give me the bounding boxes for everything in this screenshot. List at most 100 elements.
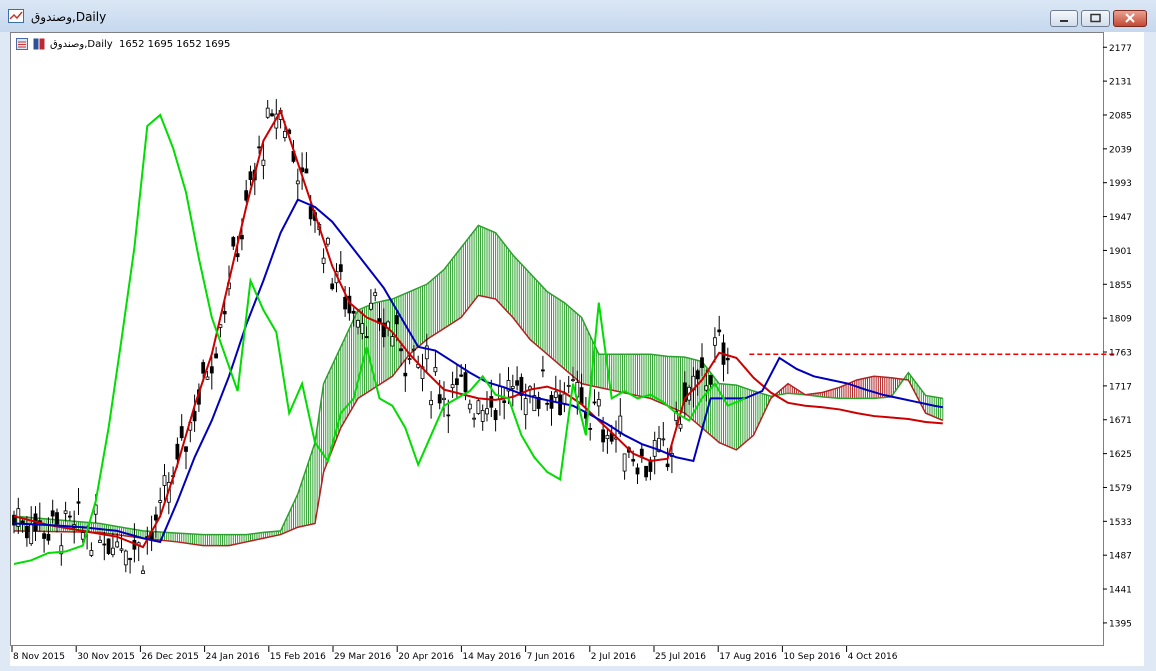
candle-body	[42, 533, 46, 539]
price-tick-label: 2085	[1109, 111, 1132, 121]
price-tick-label: 1395	[1109, 619, 1132, 629]
candle-body	[368, 302, 373, 310]
candle-body	[295, 180, 300, 185]
candle-body	[304, 168, 309, 174]
price-axis: 2177 2131 2085 2039 1993 1947 1901 1855 1809 1763…	[1103, 44, 1132, 629]
time-tick-label: 7 Jun 2016	[527, 652, 576, 662]
candle-body	[596, 399, 601, 407]
time-tick-label: 29 Mar 2016	[334, 652, 391, 662]
candle-body	[446, 414, 451, 417]
candle-body	[725, 357, 730, 361]
candle-body	[399, 348, 403, 352]
time-tick-label: 4 Oct 2016	[848, 652, 898, 662]
candle-body	[248, 171, 253, 180]
candle-body	[141, 570, 145, 574]
candle-body	[394, 315, 399, 325]
time-tick-label: 15 Feb 2016	[270, 652, 326, 662]
price-tick-label: 1487	[1109, 552, 1132, 562]
candle-body	[601, 429, 605, 443]
candle-body	[321, 257, 326, 264]
candle-body	[553, 391, 558, 398]
candle-body	[390, 336, 395, 347]
candle-body	[489, 396, 494, 408]
candle-body	[541, 369, 545, 372]
candle-body	[63, 510, 68, 514]
candle-body	[485, 408, 489, 415]
candle-body	[639, 448, 644, 457]
candle-body	[403, 372, 408, 377]
candle-body	[282, 131, 287, 138]
candle-body	[162, 475, 167, 486]
price-tick-label: 1855	[1109, 281, 1132, 291]
candle-body	[184, 446, 188, 452]
time-tick-label: 20 Apr 2016	[398, 652, 454, 662]
candle-body	[257, 146, 262, 149]
tenkan-line	[13, 108, 943, 549]
candle-body	[463, 372, 468, 393]
candle-body	[661, 438, 666, 441]
candle-body	[678, 423, 683, 429]
price-tick-label: 1625	[1109, 450, 1132, 460]
candle-body	[24, 526, 29, 539]
time-tick-label: 24 Jan 2016	[206, 652, 260, 662]
time-tick-label: 30 Nov 2015	[77, 652, 135, 662]
candle-body	[235, 253, 240, 258]
candle-body	[558, 394, 562, 415]
candle-body	[351, 310, 356, 314]
candle-body	[209, 366, 214, 374]
ichimoku-chart: 2177 2131 2085 2039 1993 1947 1901 1855 1809 1763…	[11, 44, 1132, 662]
candle-body	[635, 467, 640, 475]
candle-body	[433, 367, 438, 373]
candle-body	[442, 397, 446, 401]
candle-body	[244, 190, 249, 201]
candle-body	[222, 310, 227, 315]
candle-body	[407, 358, 412, 361]
candle-body	[605, 435, 610, 440]
candle-body	[700, 357, 704, 368]
candle-body	[261, 159, 266, 166]
candle-body	[102, 543, 107, 546]
candle-body	[270, 113, 274, 117]
price-tick-label: 2039	[1109, 145, 1132, 155]
candle-body	[338, 264, 343, 273]
candle-body	[111, 547, 115, 556]
candle-body	[450, 384, 455, 389]
time-tick-label: 17 Aug 2016	[719, 652, 777, 662]
candle-body	[343, 296, 348, 310]
candle-body	[592, 401, 597, 404]
candle-body	[665, 463, 670, 468]
candle-body	[330, 283, 335, 290]
candle-body	[545, 402, 550, 405]
candle-body	[80, 532, 85, 540]
candle-body	[411, 348, 416, 351]
candle-body	[76, 501, 81, 504]
candle-body	[98, 539, 102, 543]
candle-body	[717, 329, 722, 333]
time-tick-label: 25 Jul 2016	[655, 652, 706, 662]
candle-body	[158, 500, 163, 503]
price-tick-label: 1993	[1109, 179, 1132, 189]
candle-body	[631, 459, 636, 462]
candle-body	[175, 443, 180, 460]
time-tick-label: 8 Nov 2015	[13, 652, 65, 662]
price-tick-label: 1901	[1109, 247, 1132, 257]
candle-body	[429, 399, 434, 406]
candle-body	[239, 234, 244, 240]
candle-body	[115, 541, 120, 548]
candle-body	[437, 394, 442, 404]
price-tick-label: 1671	[1109, 416, 1132, 426]
candle-body	[472, 417, 477, 420]
candle-body	[571, 379, 575, 382]
price-tick-label: 1717	[1109, 382, 1132, 392]
candle-body	[515, 380, 519, 386]
candle-body	[579, 387, 584, 405]
time-tick-label: 14 May 2016	[462, 652, 521, 662]
candle-body	[265, 107, 270, 118]
candle-body	[713, 337, 717, 346]
candle-body	[467, 403, 472, 410]
candle-body	[566, 384, 571, 387]
candle-body	[153, 514, 158, 521]
candle-body	[119, 548, 124, 551]
candle-body	[695, 370, 700, 380]
candle-body	[55, 512, 59, 525]
